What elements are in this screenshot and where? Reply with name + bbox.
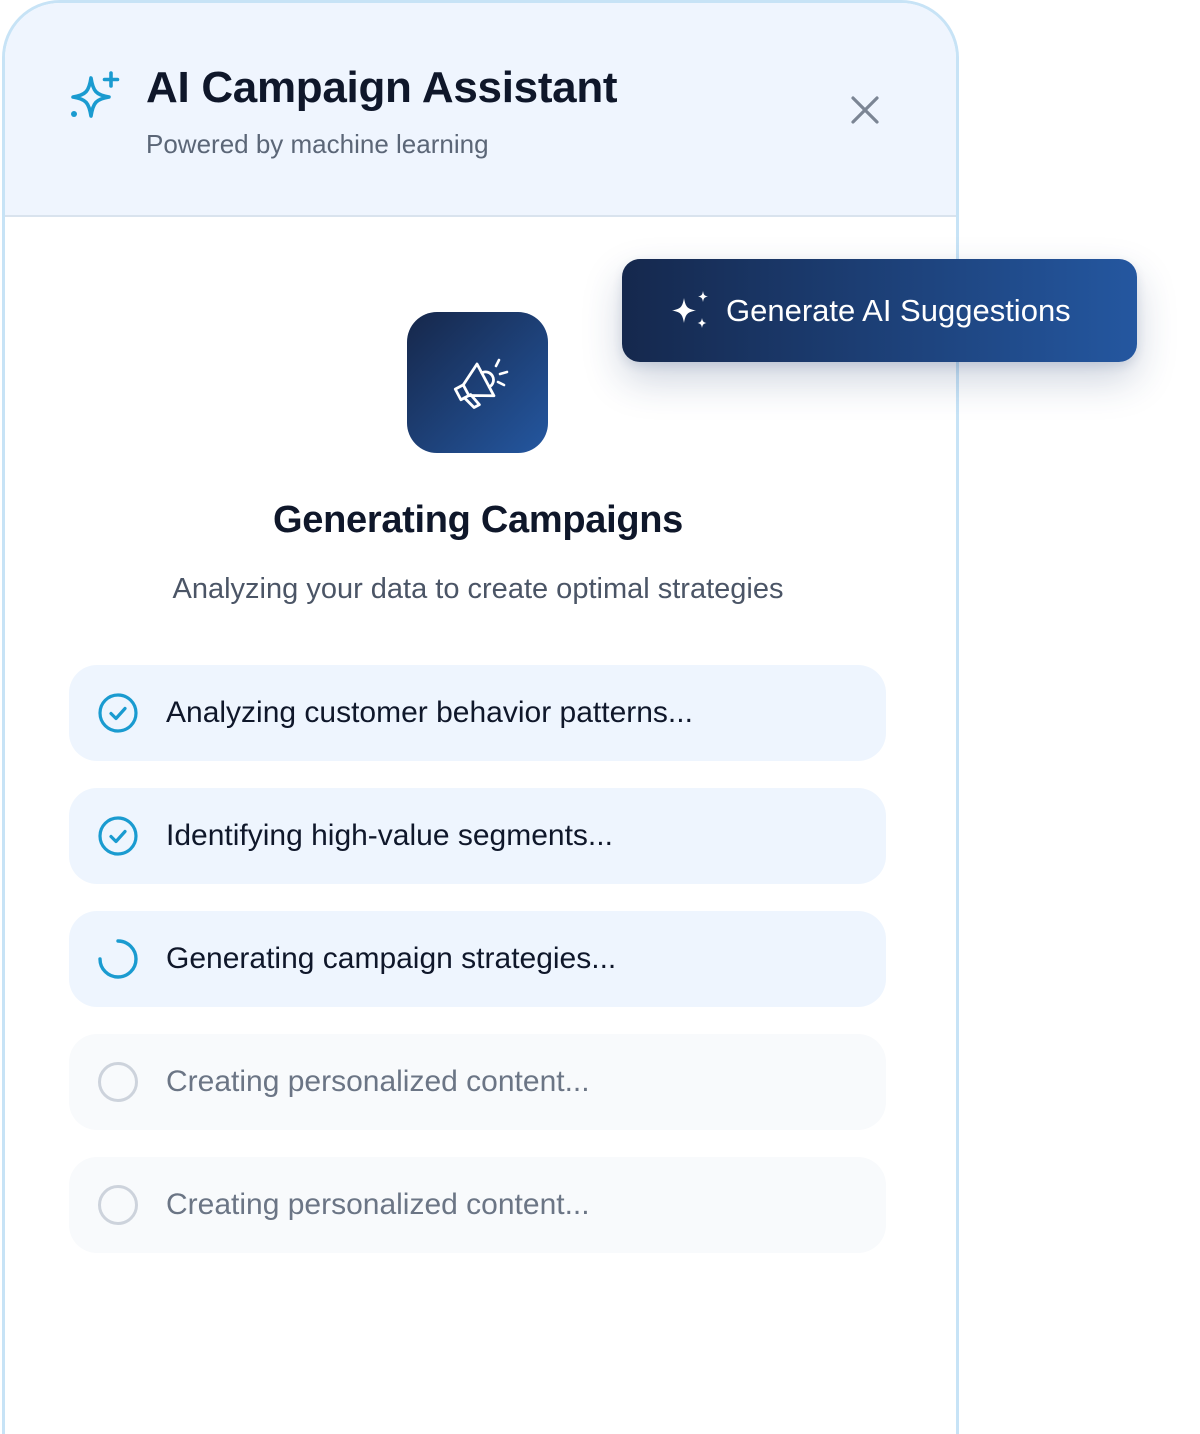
ai-assistant-panel: AI Campaign Assistant Powered by machine… — [2, 0, 959, 1434]
step-label: Analyzing customer behavior patterns... — [166, 696, 693, 729]
check-circle-icon — [98, 693, 138, 733]
generate-button-label: Generate AI Suggestions — [726, 292, 1071, 328]
spinner-icon — [98, 939, 138, 979]
hero-icon-tile — [407, 312, 548, 453]
step-item: Creating personalized content... — [69, 1157, 886, 1253]
sparkle-icon — [71, 71, 120, 118]
panel-subtitle: Powered by machine learning — [146, 129, 489, 159]
panel-title: AI Campaign Assistant — [146, 63, 618, 112]
step-label: Generating campaign strategies... — [166, 942, 617, 975]
sparkles-icon — [672, 290, 708, 328]
step-label: Creating personalized content... — [166, 1188, 590, 1221]
status-description: Analyzing your data to create optimal st… — [172, 573, 784, 605]
step-item: Analyzing customer behavior patterns... — [69, 665, 886, 761]
close-icon[interactable] — [843, 88, 887, 132]
step-label: Identifying high-value segments... — [166, 819, 613, 852]
step-item: Creating personalized content... — [69, 1034, 886, 1130]
step-item: Identifying high-value segments... — [69, 788, 886, 884]
status-heading: Generating Campaigns — [273, 499, 683, 541]
generate-ai-suggestions-button[interactable]: Generate AI Suggestions — [622, 259, 1137, 362]
megaphone-icon — [453, 358, 508, 409]
step-item: Generating campaign strategies... — [69, 911, 886, 1007]
empty-circle-icon — [98, 1062, 138, 1102]
panel-header: AI Campaign Assistant Powered by machine… — [5, 3, 956, 217]
empty-circle-icon — [98, 1185, 138, 1225]
check-circle-icon — [98, 816, 138, 856]
step-label: Creating personalized content... — [166, 1065, 590, 1098]
progress-steps: Analyzing customer behavior patterns... … — [69, 665, 886, 1280]
